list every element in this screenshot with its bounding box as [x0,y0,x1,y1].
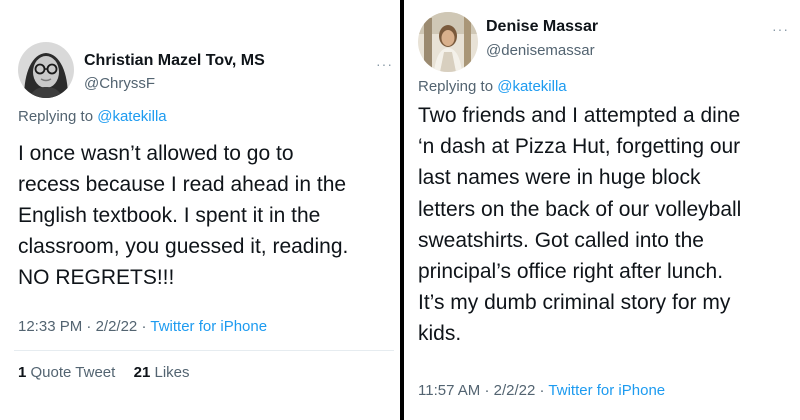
tweet-date[interactable]: 2/2/22 [494,382,536,399]
avatar-photo-icon [418,12,478,72]
tweet-stats: 1 Quote Tweet 21 Likes [18,364,190,381]
tweet-source-link[interactable]: Twitter for iPhone [548,382,665,399]
avatar[interactable] [18,42,74,98]
replying-to-label: Replying to [418,78,494,95]
replying-to-mention[interactable]: @katekilla [97,108,166,125]
likes-count: 21 [133,364,151,381]
tweet-text-line: Two friends and I attempted a dine [418,104,741,127]
avatar[interactable] [418,12,478,72]
meta-separator: · [86,318,92,335]
tweet-time[interactable]: 12:33 PM [18,318,82,335]
likes-label: Likes [154,364,190,381]
meta-separator: · [141,318,147,335]
quote-tweets-count: 1 [18,364,27,381]
tweet-time[interactable]: 11:57 AM [418,382,480,399]
stats-divider [14,350,394,351]
tweet-text-line: ‘n dash at Pizza Hut, forgetting our [418,135,741,159]
tweet-meta: 12:33 PM · 2/2/22 · Twitter for iPhone [18,318,267,335]
user-handle[interactable]: @denisemassar [486,42,595,59]
tweet-date[interactable]: 2/2/22 [96,318,138,335]
tweet-card-right: Denise Massar @denisemassar ··· Replying… [404,0,800,420]
tweet-text-line: classroom, you guessed it, reading. [18,235,349,258]
more-horizontal-icon[interactable]: ··· [376,57,393,71]
tweet-text: I once wasn’t allowed to go to recess be… [18,138,393,293]
tweet-text-line: sweatshirts. Got called into the [418,228,704,252]
tweet-text-line: kids. [418,322,462,346]
tweet-text-line: NO REGRETS!!! [18,266,175,289]
more-horizontal-icon[interactable]: ··· [772,22,789,36]
tweet-text-line: I once wasn’t allowed to go to [18,142,294,165]
tweet-text-line: last names were in huge block [418,166,701,190]
tweet-text-line: It’s my dumb criminal story for my [418,291,731,315]
tweet-text: Two friends and I attempted a dine ‘n da… [418,100,798,350]
quote-tweets-stat[interactable]: 1 Quote Tweet [18,364,115,381]
tweet-meta: 11:57 AM · 2/2/22 · Twitter for iPhone [418,382,665,399]
user-handle[interactable]: @ChryssF [84,75,155,92]
replying-to-mention[interactable]: @katekilla [497,78,566,95]
tweet-text-line: English textbook. I spent it in the [18,204,321,227]
tweet-text-line: recess because I read ahead in the [18,173,347,196]
replying-to-label: Replying to [18,108,94,125]
likes-stat[interactable]: 21 Likes [134,364,190,381]
tweet-text-line: principal’s office right after lunch. [418,260,724,284]
meta-separator: · [484,382,490,399]
display-name[interactable]: Denise Massar [486,18,598,36]
tweet-card-left: Christian Mazel Tov, MS @ChryssF ··· Rep… [0,0,400,420]
tweet-text-line: letters on the back of our volleyball [418,197,742,221]
quote-tweets-label: Quote Tweet [30,364,116,381]
display-name[interactable]: Christian Mazel Tov, MS [84,52,265,70]
replying-to-line: Replying to @katekilla [418,78,567,95]
avatar-photo-icon [18,42,74,98]
tweet-source-link[interactable]: Twitter for iPhone [150,318,267,335]
replying-to-line: Replying to @katekilla [18,108,167,125]
meta-separator: · [539,382,545,399]
